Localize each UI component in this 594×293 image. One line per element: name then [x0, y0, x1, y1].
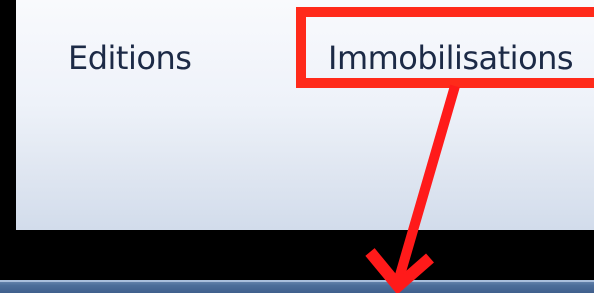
annotation-arrow-icon — [365, 84, 460, 293]
